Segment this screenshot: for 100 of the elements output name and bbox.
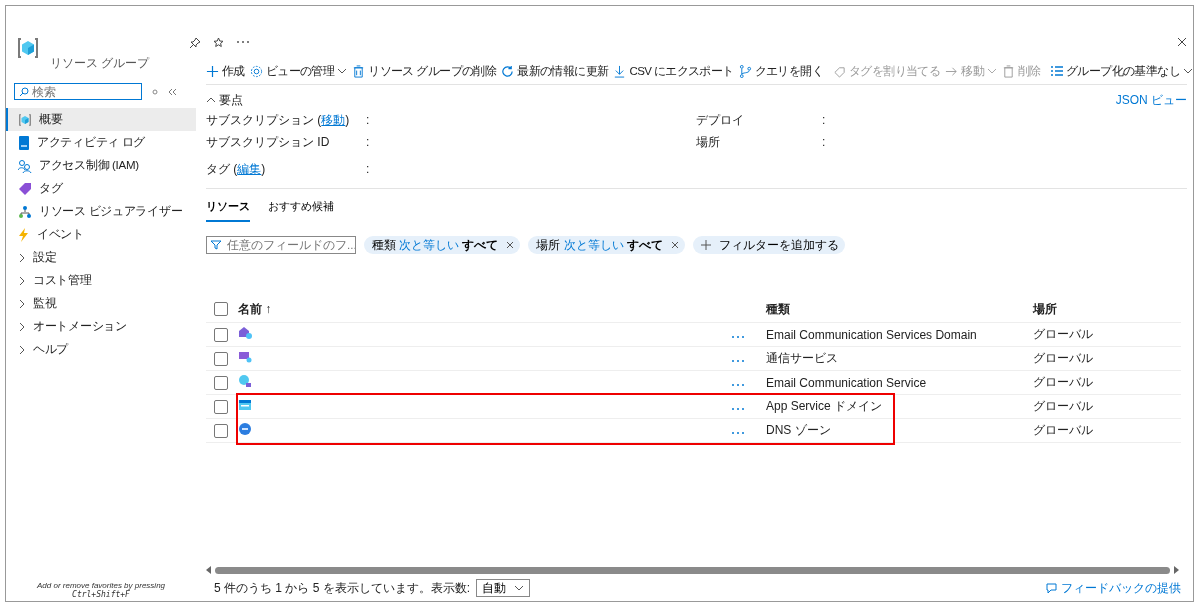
more-icon[interactable] <box>236 40 250 44</box>
select-all-checkbox[interactable] <box>214 302 228 316</box>
nav-item[interactable]: ヘルプ <box>6 338 196 361</box>
location-cell-text: グローバル <box>1033 326 1094 343</box>
branch-icon <box>738 64 752 78</box>
group-by-dropdown[interactable]: グループ化の基準なし <box>1050 63 1193 79</box>
dns-icon <box>238 422 252 436</box>
row-checkbox[interactable] <box>214 327 228 342</box>
chevron-right-icon <box>18 252 26 263</box>
nav-item[interactable]: 概要 <box>6 108 196 131</box>
gear-icon <box>249 64 263 78</box>
nav-item[interactable]: 設定 <box>6 246 196 269</box>
nav-item[interactable]: オートメーション <box>6 315 196 338</box>
tab[interactable]: リソース <box>206 195 250 222</box>
toolbar-button[interactable]: CSV にエクスポート <box>613 63 734 79</box>
nav-item[interactable]: 監視 <box>6 292 196 315</box>
essentials-toggle[interactable]: 要点 <box>219 91 243 109</box>
more-icon[interactable] <box>731 382 745 387</box>
close-icon[interactable] <box>506 241 515 249</box>
chevron-down-icon <box>1182 66 1193 76</box>
envelope-icon <box>238 326 252 340</box>
type-cell-text: Email Communication Services Domain <box>766 327 978 342</box>
field-colon: : <box>822 135 827 149</box>
resource-type-label: リソース グループ <box>49 56 151 71</box>
field-label: 場所 <box>696 133 721 151</box>
field-link[interactable]: 編集 <box>237 161 262 176</box>
add-filter-button[interactable]: フィルターを追加する <box>692 236 845 254</box>
field-label: タグ (編集) <box>206 160 267 178</box>
more-icon[interactable] <box>731 358 745 363</box>
trash-icon <box>352 64 366 78</box>
filter-field[interactable]: 任意のフィールドのフ... <box>206 236 356 254</box>
row-checkbox[interactable] <box>214 351 228 366</box>
nav-item[interactable]: リソース ビジュアライザー <box>6 200 196 223</box>
toolbar-button[interactable]: リソース グループの削除 <box>352 63 497 79</box>
download-icon <box>613 64 627 78</box>
log-icon <box>18 135 30 150</box>
nav-item[interactable]: アクティビティ ログ <box>6 131 196 154</box>
column-header[interactable]: 場所 <box>1033 300 1181 318</box>
tag-icon <box>833 64 847 78</box>
feedback-link[interactable]: フィードバックの提供 <box>1040 578 1187 598</box>
filter-icon <box>211 240 221 250</box>
column-header[interactable]: 名前 ↑ <box>238 300 731 318</box>
field-label: デプロイ <box>696 111 745 129</box>
search-icon <box>19 87 29 97</box>
location-cell-text: グローバル <box>1033 422 1094 439</box>
field-colon: : <box>822 113 827 127</box>
trash-icon <box>1002 64 1016 78</box>
toolbar-button[interactable]: ビューの管理 <box>249 63 348 79</box>
toolbar-button[interactable]: 作成 <box>206 63 245 79</box>
filter-pill[interactable]: 場所 次と等しい すべて <box>528 236 685 254</box>
toolbar-button[interactable]: クエリを開く <box>738 63 824 79</box>
more-icon[interactable] <box>731 406 745 411</box>
scroll-left-icon[interactable] <box>206 566 211 574</box>
nav-item[interactable]: コスト管理 <box>6 269 196 292</box>
pin-icon[interactable] <box>190 36 201 48</box>
toolbar-button[interactable]: 最新の情報に更新 <box>501 63 609 79</box>
location-cell-text: グローバル <box>1033 374 1094 391</box>
filter-pill[interactable]: 種類 次と等しい すべて <box>364 236 521 254</box>
nav-item[interactable]: アクセス制御 (IAM) <box>6 154 196 177</box>
field-link[interactable]: 移動 <box>321 112 346 127</box>
close-icon[interactable] <box>1177 37 1187 47</box>
row-checkbox[interactable] <box>214 399 228 414</box>
more-icon[interactable] <box>731 334 745 339</box>
type-cell-text: 通信サービス <box>766 350 839 367</box>
lightning-icon <box>18 227 30 242</box>
scroll-right-icon[interactable] <box>1174 566 1179 574</box>
column-header[interactable]: 種類 <box>766 300 1033 318</box>
row-checkbox[interactable] <box>214 375 228 390</box>
favorites-hint: Add or remove favorites by pressing Ctrl+Shift+F <box>35 581 167 601</box>
results-summary: 5 件のうち 1 から 5 を表示しています。表示数: <box>214 579 471 597</box>
star-icon[interactable] <box>213 36 224 48</box>
collapse-icon[interactable] <box>168 87 177 96</box>
chevron-right-icon <box>18 344 26 355</box>
json-view-link[interactable]: JSON ビュー <box>1115 91 1187 109</box>
row-checkbox[interactable] <box>214 423 228 438</box>
field-colon: : <box>366 113 371 127</box>
hierarchy-icon <box>18 204 32 219</box>
more-icon[interactable] <box>731 430 745 435</box>
chat-icon <box>238 350 252 364</box>
page-size-dropdown[interactable]: 自動 <box>476 579 531 597</box>
field-colon: : <box>366 162 371 176</box>
list-icon <box>1050 65 1063 77</box>
search-field[interactable]: 検索 <box>14 83 142 100</box>
nav-item[interactable]: タグ <box>6 177 196 200</box>
field-label: サブスクリプション (移動) <box>206 111 351 129</box>
globe-icon <box>238 374 252 388</box>
nav-item[interactable]: イベント <box>6 223 196 246</box>
circle-icon[interactable] <box>152 88 158 95</box>
chevron-up-icon[interactable] <box>206 95 216 105</box>
close-icon[interactable] <box>670 241 679 249</box>
type-cell-text: Email Communication Service <box>766 375 928 390</box>
type-cell-text: App Service ドメイン <box>766 398 884 415</box>
location-cell-text: グローバル <box>1033 350 1094 367</box>
feedback-icon <box>1046 582 1057 594</box>
chevron-right-icon <box>18 321 26 332</box>
tab[interactable]: おすすめ候補 <box>268 195 334 222</box>
scrollbar-thumb[interactable] <box>215 566 1170 574</box>
resource-group-icon-small <box>18 112 32 127</box>
people-icon <box>18 158 32 173</box>
location-cell-text: グローバル <box>1033 398 1094 415</box>
